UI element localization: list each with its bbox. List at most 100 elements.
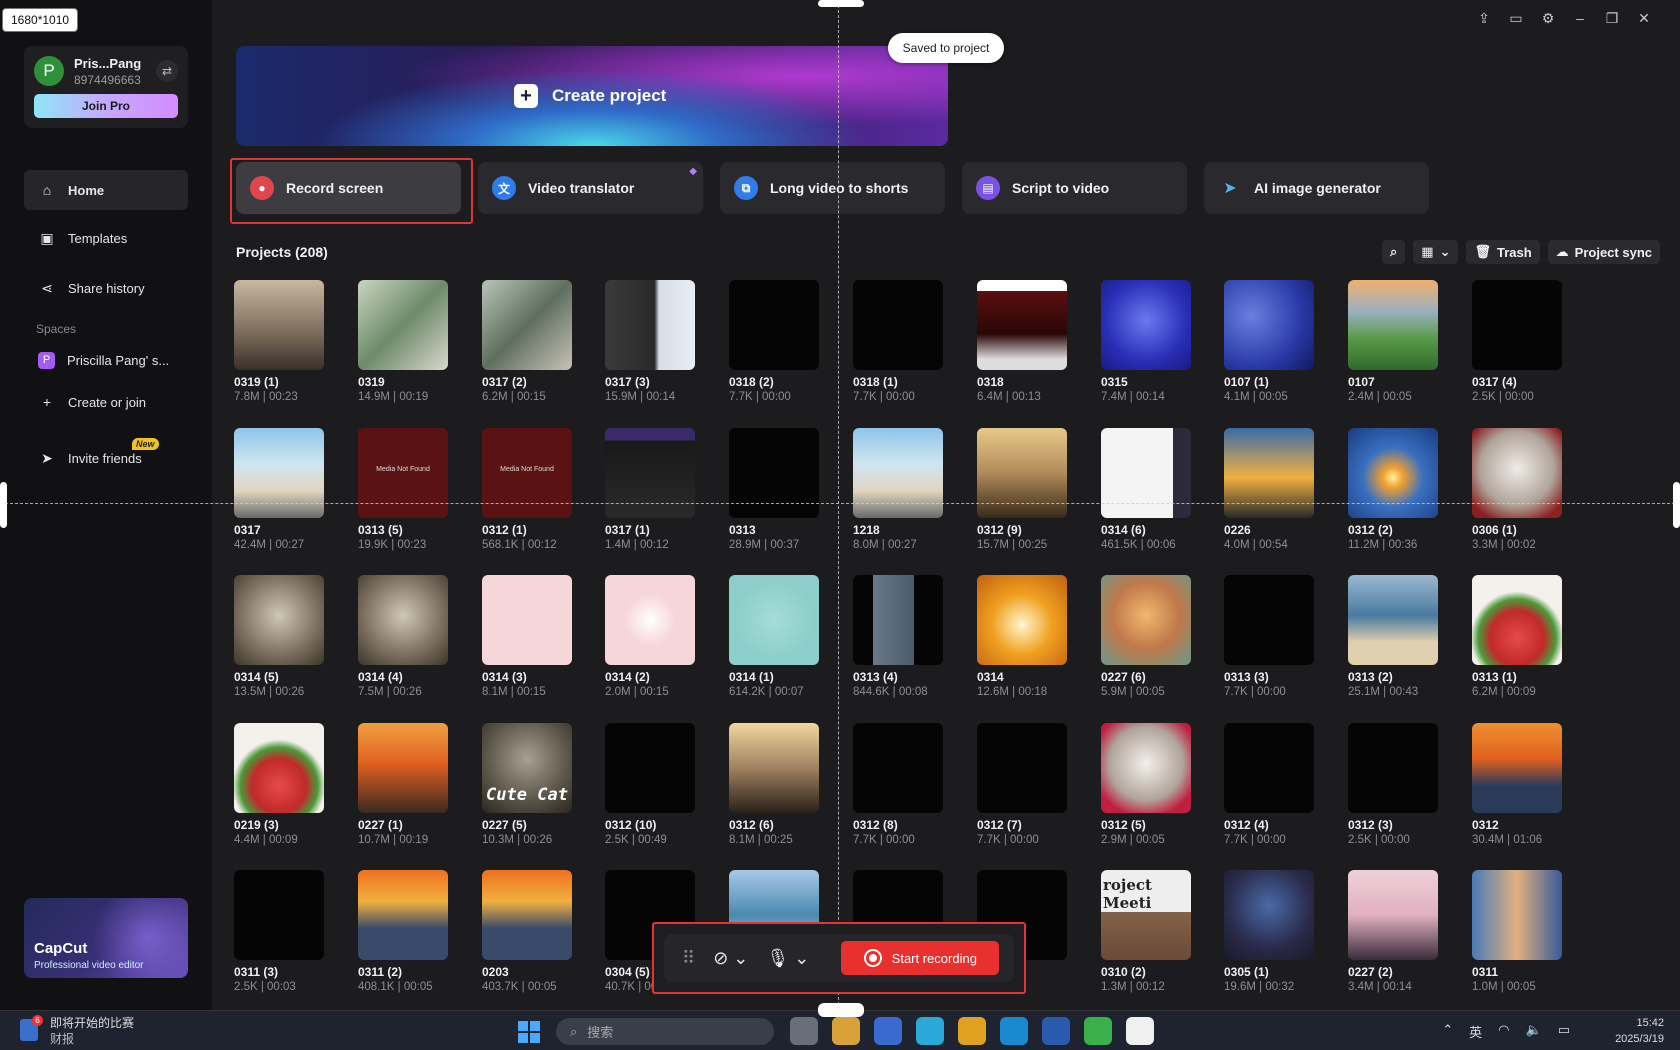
project-card[interactable]: 031328.9M | 00:37 xyxy=(729,428,841,551)
tool-ai-image-generator[interactable]: ➤ AI image generator xyxy=(1204,162,1429,214)
project-card[interactable]: 0312 (6)8.1M | 00:25 xyxy=(729,723,841,846)
left-handle[interactable] xyxy=(0,482,7,528)
project-thumbnail[interactable] xyxy=(234,428,324,518)
project-thumbnail[interactable]: roject Meeti xyxy=(1101,870,1191,960)
project-card[interactable]: 0314 (3)8.1M | 00:15 xyxy=(482,575,594,698)
nav-space[interactable]: P Priscilla Pang' s... xyxy=(24,340,188,380)
project-card[interactable]: 0319 (1)7.8M | 00:23 xyxy=(234,280,346,403)
wifi-icon[interactable]: ◠ xyxy=(1498,1022,1509,1041)
project-thumbnail[interactable] xyxy=(1101,575,1191,665)
drag-handle-icon[interactable]: ⠿ xyxy=(682,948,695,969)
project-thumbnail[interactable] xyxy=(234,870,324,960)
project-card[interactable]: 0314 (6)461.5K | 00:06 xyxy=(1101,428,1213,551)
capcut-promo[interactable]: CapCut Professional video editor xyxy=(24,898,188,978)
project-thumbnail[interactable] xyxy=(729,575,819,665)
project-card[interactable]: 0312 (9)15.7M | 00:25 xyxy=(977,428,1089,551)
switch-account-icon[interactable]: ⇄ xyxy=(156,60,178,82)
project-thumbnail[interactable] xyxy=(977,280,1067,370)
project-card[interactable]: 0317 (2)6.2M | 00:15 xyxy=(482,280,594,403)
create-project-button[interactable]: + Create project xyxy=(236,46,948,146)
project-card[interactable]: 0312 (3)2.5K | 00:00 xyxy=(1348,723,1460,846)
task-view-icon[interactable] xyxy=(790,1017,818,1045)
camera-off-icon[interactable]: ⊘ ⌄ xyxy=(713,948,748,969)
project-thumbnail[interactable] xyxy=(977,575,1067,665)
bottom-handle[interactable] xyxy=(818,1003,864,1017)
feedback-icon[interactable]: ▭ xyxy=(1508,10,1524,27)
project-card[interactable]: 0312 (8)7.7K | 00:00 xyxy=(853,723,965,846)
project-card[interactable]: 0317 (4)2.5K | 00:00 xyxy=(1472,280,1584,403)
project-card[interactable]: 0314 (1)614.2K | 00:07 xyxy=(729,575,841,698)
project-thumbnail[interactable] xyxy=(234,280,324,370)
settings-icon[interactable]: ⚙ xyxy=(1540,10,1556,27)
project-thumbnail[interactable] xyxy=(853,575,943,665)
project-card[interactable]: 0314 (4)7.5M | 00:26 xyxy=(358,575,470,698)
project-card[interactable]: 0313 (1)6.2M | 00:09 xyxy=(1472,575,1584,698)
nav-invite-friends[interactable]: ➤ Invite friends xyxy=(24,438,188,478)
project-card[interactable]: 12188.0M | 00:27 xyxy=(853,428,965,551)
project-card[interactable]: roject Meeti0310 (2)1.3M | 00:12 xyxy=(1101,870,1213,993)
nav-create-or-join[interactable]: + Create or join xyxy=(24,382,188,422)
project-thumbnail[interactable] xyxy=(1348,575,1438,665)
project-thumbnail[interactable] xyxy=(729,428,819,518)
project-thumbnail[interactable] xyxy=(358,280,448,370)
project-card[interactable]: 0314 (2)2.0M | 00:15 xyxy=(605,575,717,698)
nav-share-history[interactable]: ⋖ Share history xyxy=(24,268,188,308)
tool-video-translator[interactable]: 文 Video translator ◆ xyxy=(478,162,703,214)
project-card[interactable]: 02264.0M | 00:54 xyxy=(1224,428,1336,551)
project-thumbnail[interactable] xyxy=(1472,870,1562,960)
project-card[interactable]: Media Not Found0312 (1)568.1K | 00:12 xyxy=(482,428,594,551)
project-card[interactable]: 0311 (2)408.1K | 00:05 xyxy=(358,870,470,993)
project-thumbnail[interactable] xyxy=(358,575,448,665)
project-thumbnail[interactable] xyxy=(1101,280,1191,370)
project-thumbnail[interactable] xyxy=(482,575,572,665)
project-thumbnail[interactable] xyxy=(605,723,695,813)
project-thumbnail[interactable] xyxy=(1101,723,1191,813)
project-card[interactable]: 0318 (1)7.7K | 00:00 xyxy=(853,280,965,403)
project-sync-button[interactable]: ☁Project sync xyxy=(1548,240,1660,264)
search-button[interactable]: ⌕ xyxy=(1382,240,1405,264)
project-thumbnail[interactable] xyxy=(853,280,943,370)
project-card[interactable]: 031230.4M | 01:06 xyxy=(1472,723,1584,846)
project-thumbnail[interactable] xyxy=(977,428,1067,518)
taskbar-clock[interactable]: 15:42 2025/3/19 xyxy=(1615,1015,1664,1047)
project-card[interactable]: 031742.4M | 00:27 xyxy=(234,428,346,551)
project-thumbnail[interactable] xyxy=(482,280,572,370)
project-card[interactable]: 0312 (4)7.7K | 00:00 xyxy=(1224,723,1336,846)
project-thumbnail[interactable] xyxy=(977,723,1067,813)
project-thumbnail[interactable] xyxy=(1472,575,1562,665)
volume-icon[interactable]: 🔈 xyxy=(1526,1022,1542,1041)
project-card[interactable]: 03186.4M | 00:13 xyxy=(977,280,1089,403)
project-card[interactable]: 0306 (1)3.3M | 00:02 xyxy=(1472,428,1584,551)
wechat-icon[interactable] xyxy=(1084,1017,1112,1045)
project-thumbnail[interactable] xyxy=(1348,723,1438,813)
project-card[interactable]: 0219 (3)4.4M | 00:09 xyxy=(234,723,346,846)
trash-button[interactable]: 🗑Trash xyxy=(1466,240,1539,264)
project-thumbnail[interactable] xyxy=(729,723,819,813)
project-card[interactable]: 0312 (7)7.7K | 00:00 xyxy=(977,723,1089,846)
project-card[interactable]: 031914.9M | 00:19 xyxy=(358,280,470,403)
right-handle[interactable] xyxy=(1673,482,1680,528)
project-thumbnail[interactable] xyxy=(605,280,695,370)
file-explorer-icon[interactable] xyxy=(832,1017,860,1045)
project-card[interactable]: 0312 (2)11.2M | 00:36 xyxy=(1348,428,1460,551)
project-thumbnail[interactable]: Media Not Found xyxy=(482,428,572,518)
project-card[interactable]: 0317 (3)15.9M | 00:14 xyxy=(605,280,717,403)
project-thumbnail[interactable] xyxy=(482,870,572,960)
project-card[interactable]: 0312 (5)2.9M | 00:05 xyxy=(1101,723,1213,846)
project-card[interactable]: 0317 (1)1.4M | 00:12 xyxy=(605,428,717,551)
view-toggle-button[interactable]: ▦⌄ xyxy=(1413,240,1458,264)
tool-long-video-to-shorts[interactable]: ⧉ Long video to shorts xyxy=(720,162,945,214)
project-card[interactable]: 0305 (1)19.6M | 00:32 xyxy=(1224,870,1336,993)
project-thumbnail[interactable] xyxy=(729,280,819,370)
project-thumbnail[interactable] xyxy=(1101,428,1191,518)
project-card[interactable]: Cute Cat0227 (5)10.3M | 00:26 xyxy=(482,723,594,846)
top-handle[interactable] xyxy=(818,0,864,7)
microphone-icon[interactable]: 🎙 ⌄ xyxy=(766,948,809,969)
chrome-icon[interactable] xyxy=(958,1017,986,1045)
project-card[interactable]: 03157.4M | 00:14 xyxy=(1101,280,1213,403)
close-icon[interactable]: ✕ xyxy=(1636,10,1652,27)
project-thumbnail[interactable] xyxy=(1472,428,1562,518)
project-card[interactable]: 0318 (2)7.7K | 00:00 xyxy=(729,280,841,403)
project-card[interactable]: 0314 (5)13.5M | 00:26 xyxy=(234,575,346,698)
project-card[interactable]: 0227 (6)5.9M | 00:05 xyxy=(1101,575,1213,698)
